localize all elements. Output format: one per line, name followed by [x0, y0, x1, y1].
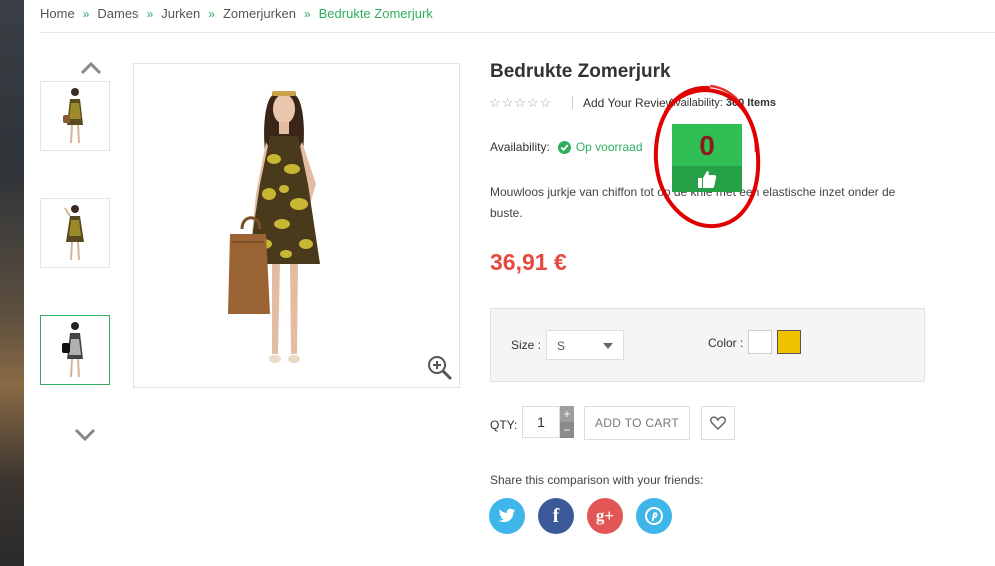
caret-down-icon — [603, 343, 613, 349]
twitter-icon — [498, 508, 516, 523]
dress-thumbnail-image — [63, 88, 83, 144]
product-thumbnail-2[interactable] — [40, 198, 110, 268]
breadcrumb-separator: » — [208, 6, 215, 21]
breadcrumb-separator: » — [82, 6, 90, 21]
product-price: 36,91 € — [490, 249, 567, 275]
pinterest-share-button[interactable] — [636, 498, 672, 534]
divider — [572, 96, 573, 109]
color-label: Color : — [708, 336, 744, 350]
like-widget: 0 — [672, 124, 742, 192]
quantity-input[interactable] — [522, 406, 560, 438]
zoom-in-icon[interactable] — [427, 355, 453, 381]
qty-label: QTY: — [490, 418, 518, 432]
check-circle-icon — [557, 140, 571, 154]
availability-count-value: 300 Items — [725, 97, 777, 109]
like-button[interactable] — [672, 166, 742, 192]
heart-icon — [710, 416, 726, 430]
availability-count: Availability: 300 Items — [668, 97, 776, 109]
thumbs-up-icon — [698, 171, 717, 188]
product-options: Size : S Color : — [490, 308, 925, 382]
wishlist-button[interactable] — [701, 406, 735, 440]
stock-status: Availability: Op voorraad — [490, 140, 643, 154]
divider — [40, 32, 995, 33]
quantity-decrease-button[interactable]: − — [560, 422, 574, 438]
share-label: Share this comparison with your friends: — [490, 473, 704, 487]
size-select[interactable]: S — [546, 330, 624, 360]
twitter-share-button[interactable] — [489, 498, 525, 534]
breadcrumb-home[interactable]: Home — [40, 6, 75, 21]
google-plus-share-button[interactable]: g+ — [587, 498, 623, 534]
product-thumbnail-3[interactable] — [40, 315, 110, 385]
facebook-icon: f — [552, 504, 560, 527]
google-plus-icon: g+ — [595, 506, 615, 525]
dress-thumbnail-image — [64, 205, 84, 261]
dress-thumbnail-image — [62, 322, 83, 378]
breadcrumb-dames[interactable]: Dames — [97, 6, 138, 21]
chevron-up-icon[interactable] — [80, 61, 102, 75]
breadcrumb: Home » Dames » Jurken » Zomerjurken » Be… — [40, 6, 433, 21]
breadcrumb-jurken[interactable]: Jurken — [161, 6, 200, 21]
product-title: Bedrukte Zomerjurk — [490, 61, 671, 82]
breadcrumb-separator: » — [146, 6, 154, 21]
chevron-down-icon[interactable] — [74, 428, 96, 442]
quantity-increase-button[interactable]: + — [560, 406, 574, 422]
stock-value: Op voorraad — [575, 140, 643, 154]
size-select-value: S — [557, 339, 566, 353]
color-swatch-yellow[interactable] — [777, 330, 801, 354]
stock-label: Availability: — [490, 140, 550, 154]
rating-stars: ☆☆☆☆☆ — [489, 95, 553, 110]
color-swatch-white[interactable] — [748, 330, 772, 354]
add-review-link[interactable]: Add Your Review — [583, 96, 674, 110]
product-thumbnail-1[interactable] — [40, 81, 110, 151]
breadcrumb-current: Bedrukte Zomerjurk — [318, 6, 433, 21]
breadcrumb-separator: » — [303, 6, 311, 21]
dress-model-image — [228, 91, 320, 363]
availability-count-label: Availability: — [668, 97, 723, 109]
facebook-share-button[interactable]: f — [538, 498, 574, 534]
quantity-stepper: + − — [522, 406, 574, 438]
stock-value-wrap: Op voorraad — [557, 140, 643, 154]
pinterest-icon — [645, 507, 663, 525]
like-count: 0 — [672, 124, 742, 166]
add-to-cart-button[interactable]: ADD TO CART — [584, 406, 690, 440]
main-product-image[interactable] — [133, 63, 460, 388]
size-label: Size : — [511, 338, 542, 352]
breadcrumb-zomerjurken[interactable]: Zomerjurken — [223, 6, 296, 21]
background-strip — [0, 0, 24, 566]
